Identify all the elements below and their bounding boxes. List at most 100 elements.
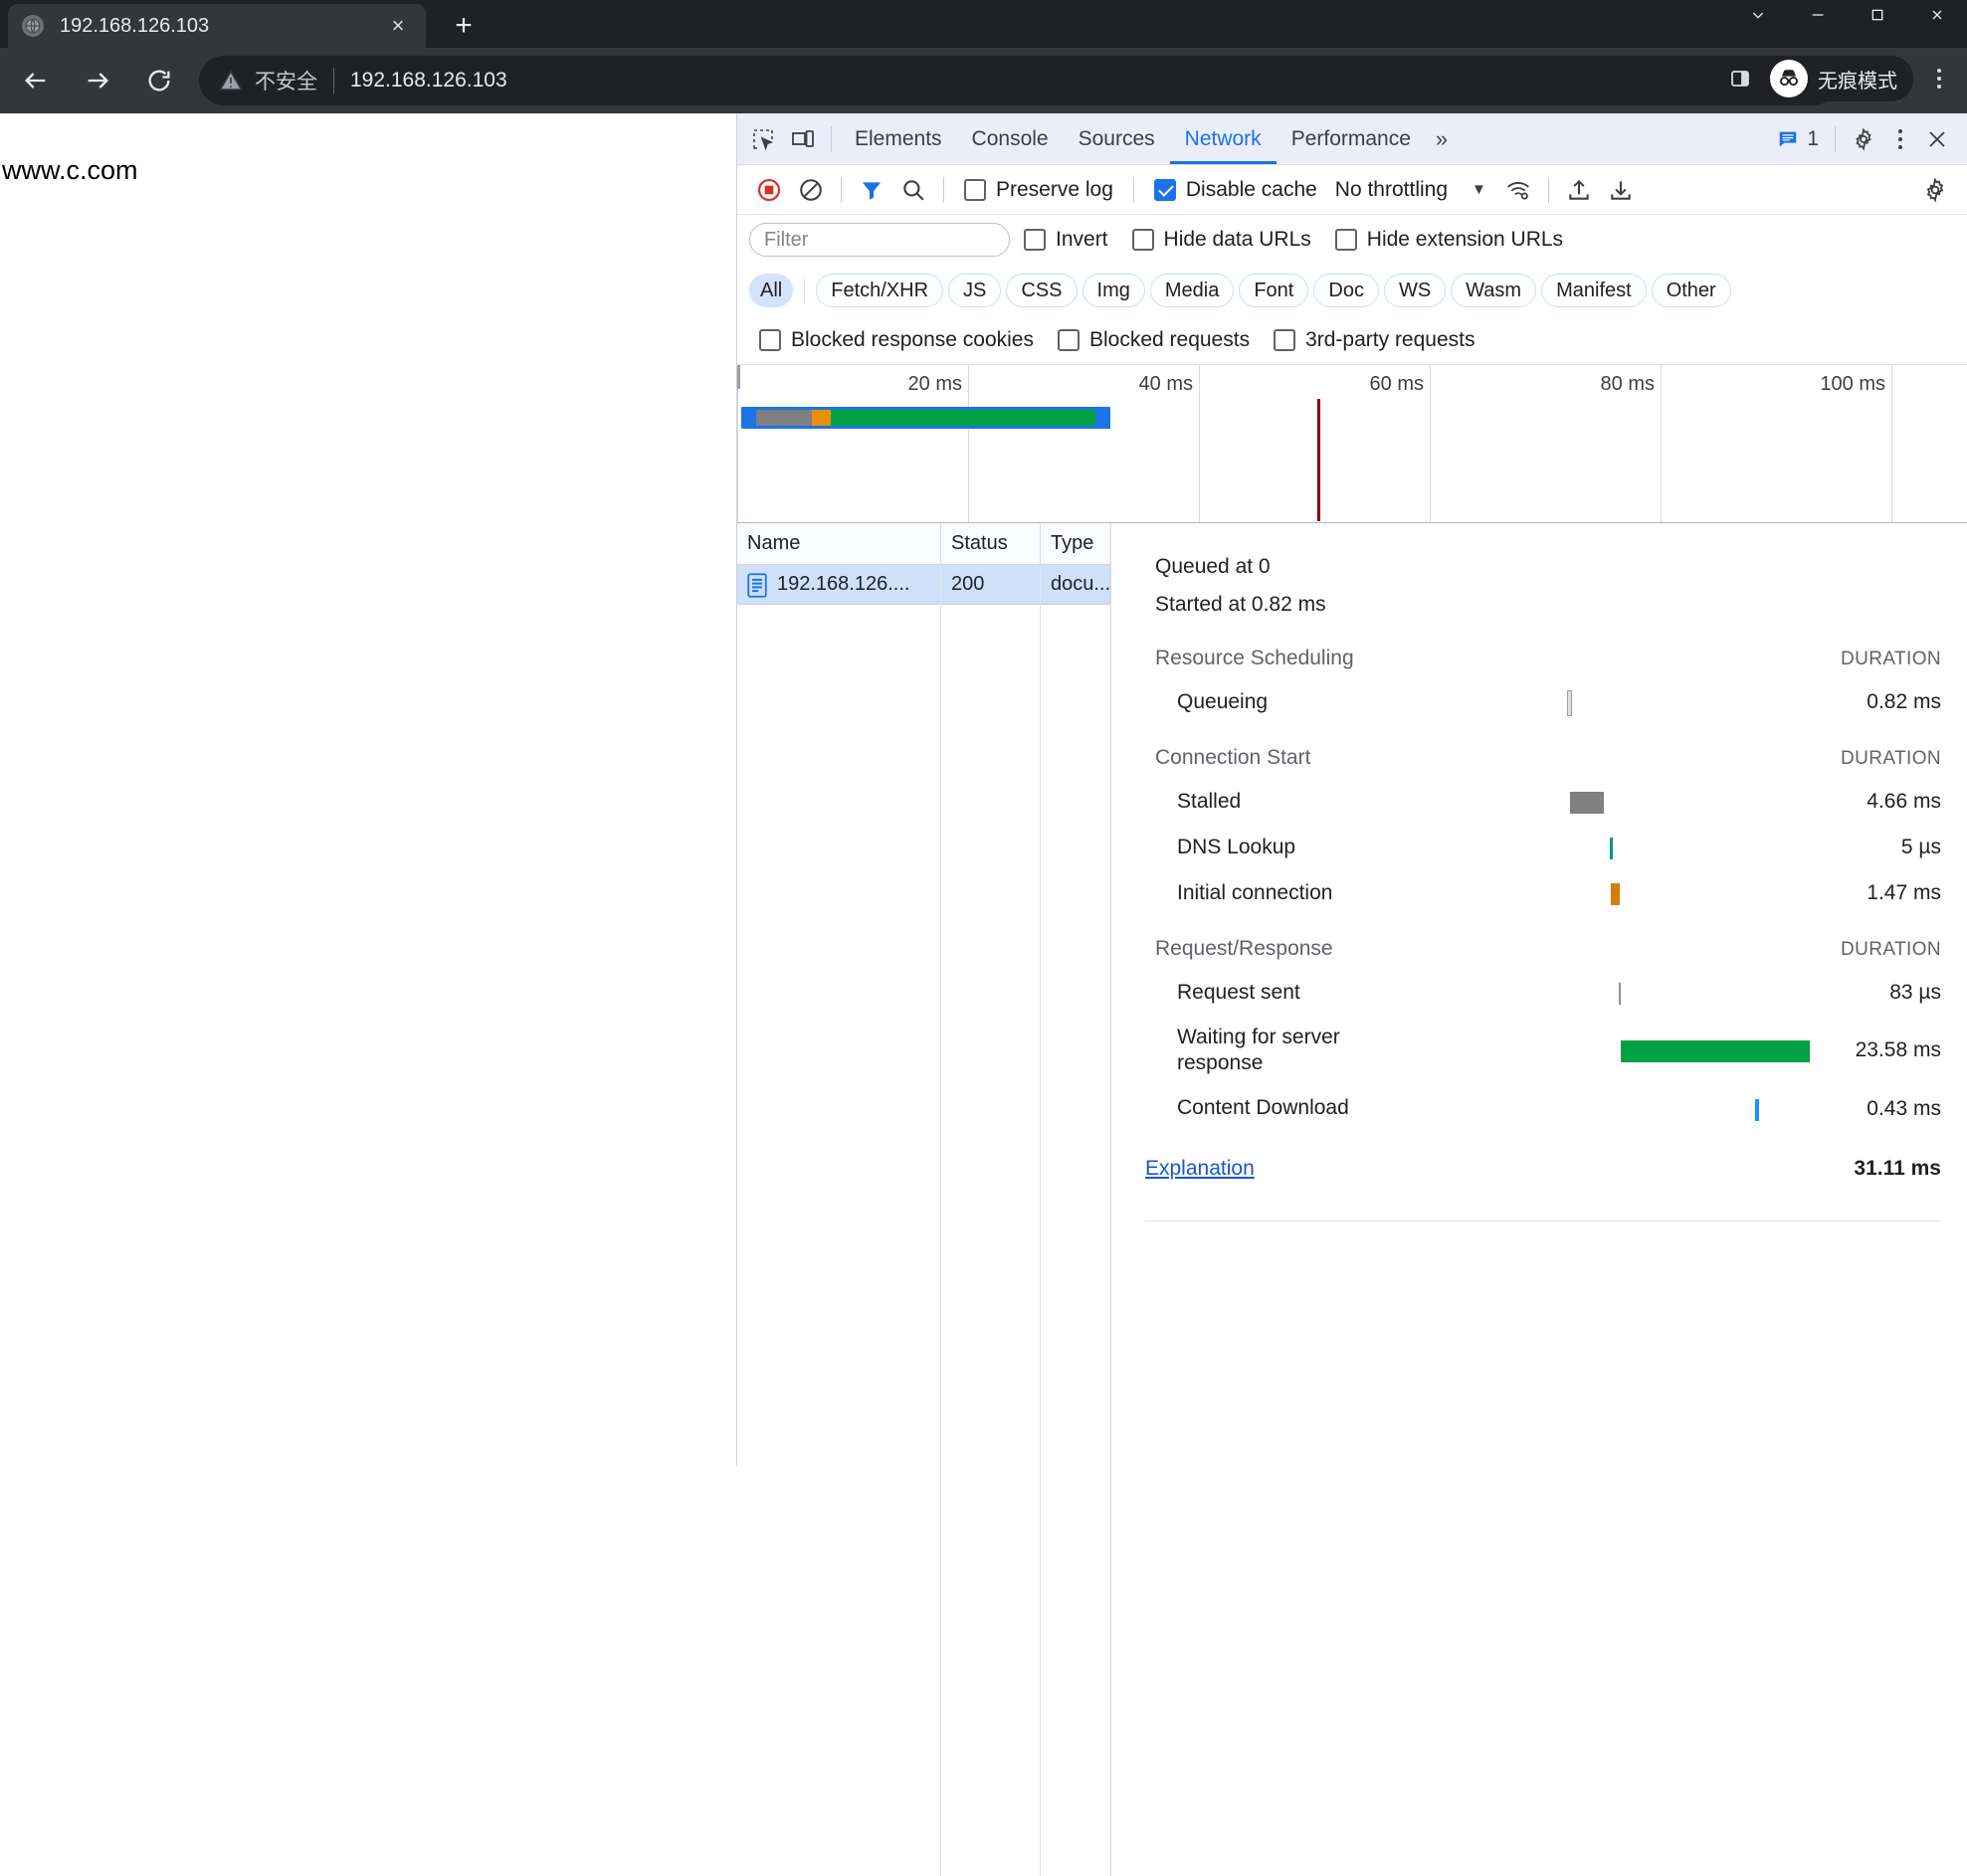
timing-label: Initial connection: [1177, 880, 1505, 906]
clear-icon[interactable]: [791, 170, 831, 210]
chevron-down-icon[interactable]: ▼: [1450, 181, 1496, 198]
throttling-select[interactable]: No throttling: [1329, 178, 1448, 202]
download-icon[interactable]: [1601, 170, 1641, 210]
incognito-label: 无痕模式: [1818, 65, 1897, 94]
toolbar-divider-3: [1133, 177, 1134, 203]
security-status-text: 不安全: [255, 66, 317, 95]
wifi-settings-icon[interactable]: [1498, 170, 1538, 210]
timing-value: 23.58 ms: [1812, 1038, 1941, 1062]
omnibox-divider: [333, 68, 334, 94]
cell-name[interactable]: 192.168.126....: [737, 565, 941, 604]
disable-cache-checkbox[interactable]: Disable cache: [1144, 178, 1327, 202]
cell-name-text: 192.168.126....: [777, 573, 909, 596]
blocked-requests-box[interactable]: [1058, 329, 1080, 351]
toolbar-divider-2: [943, 177, 944, 203]
third-party-requests-checkbox[interactable]: 3rd-party requests: [1264, 328, 1484, 352]
hide-extension-urls-checkbox[interactable]: Hide extension URLs: [1325, 228, 1573, 252]
window-controls: [1728, 0, 1967, 30]
blocked-requests-checkbox[interactable]: Blocked requests: [1048, 328, 1260, 352]
back-arrow-icon[interactable]: [10, 55, 62, 106]
invert-checkbox[interactable]: Invert: [1014, 228, 1118, 252]
device-toolbar-icon[interactable]: [783, 119, 823, 159]
preserve-log-box[interactable]: [964, 179, 986, 201]
request-timing-popover: Queued at 0 Started at 0.82 ms Resource …: [1110, 523, 1967, 1876]
network-toolbar: Preserve log Disable cache No throttling…: [737, 165, 1967, 215]
filter-chip-ws[interactable]: WS: [1384, 274, 1446, 307]
group-duration-label: DURATION: [1841, 748, 1941, 770]
browser-tab[interactable]: 192.168.126.103 ×: [8, 4, 426, 48]
url-text: 192.168.126.103: [350, 69, 507, 93]
filter-chip-other[interactable]: Other: [1652, 274, 1731, 307]
close-icon[interactable]: [1907, 0, 1967, 30]
incognito-indicator[interactable]: 无痕模式: [1766, 56, 1913, 101]
filter-row: Invert Hide data URLs Hide extension URL…: [737, 215, 1967, 265]
filter-chip-css[interactable]: CSS: [1006, 274, 1077, 307]
reload-icon[interactable]: [133, 55, 185, 106]
timing-divider: [1145, 1220, 1941, 1221]
col-header-name[interactable]: Name: [737, 523, 941, 564]
timing-row-queueing: Queueing 0.82 ms: [1177, 688, 1941, 716]
gear-icon[interactable]: [1844, 119, 1883, 159]
tab-sources[interactable]: Sources: [1064, 113, 1170, 164]
inspect-element-icon[interactable]: [743, 119, 783, 159]
timing-label: DNS Lookup: [1177, 835, 1505, 860]
side-panel-icon[interactable]: [1720, 59, 1760, 98]
filter-chip-wasm[interactable]: Wasm: [1451, 274, 1536, 307]
forward-arrow-icon[interactable]: [72, 55, 123, 106]
filter-chip-all[interactable]: All: [749, 274, 793, 307]
filter-input[interactable]: [749, 223, 1010, 257]
resource-type-filters: All Fetch/XHR JS CSS Img Media Font Doc …: [737, 265, 1967, 316]
tab-performance[interactable]: Performance: [1277, 113, 1426, 164]
search-icon[interactable]: [893, 170, 933, 210]
filter-chip-media[interactable]: Media: [1150, 274, 1234, 307]
issues-badge[interactable]: 1: [1769, 127, 1827, 151]
not-secure-warning-icon[interactable]: [219, 69, 243, 93]
hide-data-urls-checkbox[interactable]: Hide data URLs: [1122, 228, 1321, 252]
filter-chip-js[interactable]: JS: [948, 274, 1001, 307]
hide-data-urls-box[interactable]: [1132, 229, 1154, 251]
extra-filter-row: Blocked response cookies Blocked request…: [737, 316, 1967, 364]
minimize-icon[interactable]: [1788, 0, 1848, 30]
disable-cache-box[interactable]: [1154, 179, 1176, 201]
tab-console[interactable]: Console: [957, 113, 1064, 164]
tab-network[interactable]: Network: [1170, 113, 1277, 164]
blocked-response-cookies-checkbox[interactable]: Blocked response cookies: [749, 328, 1044, 352]
timing-label: Request sent: [1177, 980, 1505, 1006]
timing-value: 83 µs: [1812, 981, 1941, 1005]
close-devtools-icon[interactable]: [1917, 119, 1957, 159]
explanation-link[interactable]: Explanation: [1145, 1157, 1255, 1181]
new-tab-button[interactable]: +: [446, 8, 482, 44]
timing-bar-cell: [1505, 688, 1812, 716]
hide-extension-urls-box[interactable]: [1335, 229, 1357, 251]
address-bar[interactable]: 不安全 192.168.126.103: [199, 56, 1838, 105]
tab-elements[interactable]: Elements: [840, 113, 957, 164]
page-viewport: www.c.com: [0, 113, 736, 1466]
group-title: Connection Start: [1155, 746, 1310, 770]
filter-icon[interactable]: [852, 170, 891, 210]
filter-chip-manifest[interactable]: Manifest: [1541, 274, 1647, 307]
cell-status: 200: [941, 565, 1041, 604]
third-party-requests-box[interactable]: [1274, 329, 1295, 351]
filter-chip-fetch-xhr[interactable]: Fetch/XHR: [816, 274, 943, 307]
col-header-status[interactable]: Status: [941, 523, 1041, 564]
chevron-down-icon[interactable]: [1728, 0, 1788, 30]
preserve-log-checkbox[interactable]: Preserve log: [954, 178, 1123, 202]
blocked-response-cookies-box[interactable]: [759, 329, 781, 351]
upload-icon[interactable]: [1559, 170, 1599, 210]
timing-group-request-response: Request/Response DURATION Request sent 8…: [1145, 937, 1941, 1123]
filter-chip-doc[interactable]: Doc: [1313, 274, 1379, 307]
close-icon[interactable]: ×: [384, 12, 412, 40]
filter-chip-font[interactable]: Font: [1239, 274, 1308, 307]
invert-box[interactable]: [1024, 229, 1046, 251]
maximize-icon[interactable]: [1848, 0, 1907, 30]
network-settings-gear-icon[interactable]: [1915, 170, 1955, 210]
more-tabs-icon[interactable]: »: [1426, 126, 1456, 152]
timing-bar: [1567, 690, 1572, 716]
filter-chip-img[interactable]: Img: [1082, 274, 1145, 307]
document-icon: [747, 573, 767, 597]
timing-row-initial-connection: Initial connection 1.47 ms: [1177, 879, 1941, 907]
record-stop-icon[interactable]: [749, 170, 789, 210]
browser-menu-icon[interactable]: [1919, 57, 1959, 100]
devtools-menu-icon[interactable]: [1883, 119, 1917, 159]
network-overview-timeline[interactable]: 20 ms 40 ms 60 ms 80 ms 100 ms: [737, 364, 1967, 523]
